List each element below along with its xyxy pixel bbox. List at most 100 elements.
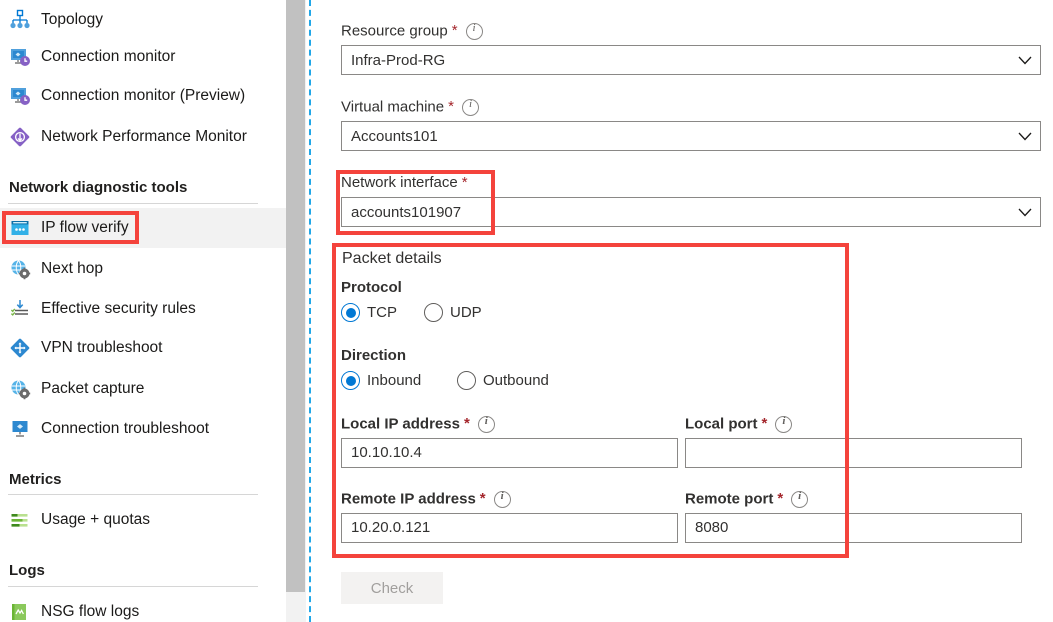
sidebar-item-label: Connection troubleshoot (41, 420, 210, 438)
npm-diamond-icon (9, 126, 31, 148)
direction-option-outbound[interactable]: Outbound (457, 371, 549, 390)
topology-icon (9, 9, 31, 31)
virtual-machine-value: Accounts101 (351, 127, 438, 145)
info-icon[interactable] (465, 23, 483, 40)
resource-group-label: Resource group * (341, 23, 483, 40)
virtual-machine-label: Virtual machine * (341, 99, 479, 116)
sidebar-item-nsg-flow-logs[interactable]: NSG flow logs (0, 592, 286, 622)
local-ip-label: Local IP address * (341, 416, 495, 433)
sidebar-item-connection-monitor-preview[interactable]: Connection monitor (Preview) (0, 76, 286, 116)
direction-label: Direction (341, 347, 407, 364)
sidebar-section-divider (8, 203, 258, 204)
resource-group-dropdown[interactable]: Infra-Prod-RG (341, 45, 1041, 75)
sidebar-section-metrics: Metrics (9, 471, 62, 488)
protocol-option-label: TCP (367, 304, 397, 321)
remote-ip-label-text: Remote IP address (341, 490, 476, 508)
local-port-input[interactable] (685, 438, 1022, 468)
info-icon[interactable] (477, 416, 495, 433)
remote-ip-input[interactable]: 10.20.0.121 (341, 513, 678, 543)
sidebar-item-connection-troubleshoot[interactable]: Connection troubleshoot (0, 409, 286, 449)
ip-flow-verify-icon (9, 217, 31, 239)
remote-port-label: Remote port * (685, 490, 809, 508)
check-button[interactable]: Check (341, 572, 443, 604)
local-ip-input[interactable]: 10.10.10.4 (341, 438, 678, 468)
connection-monitor-icon (9, 85, 31, 107)
vpn-troubleshoot-icon (9, 337, 31, 359)
required-asterisk: * (479, 490, 486, 508)
direction-option-inbound[interactable]: Inbound (341, 371, 421, 390)
resource-group-value: Infra-Prod-RG (351, 51, 446, 69)
required-asterisk: * (761, 415, 768, 433)
info-icon[interactable] (775, 416, 793, 433)
required-asterisk: * (451, 22, 458, 40)
info-icon[interactable] (461, 99, 479, 116)
network-interface-label-text: Network interface (341, 174, 458, 191)
pane-divider (309, 0, 311, 622)
sidebar-item-label: VPN troubleshoot (41, 339, 163, 357)
app-root: Topology Connection monitor Connection m… (0, 0, 1053, 622)
packet-details-title: Packet details (342, 250, 442, 267)
radio-dot-icon (424, 303, 443, 322)
usage-quotas-icon (9, 509, 31, 531)
sidebar-section-divider (8, 494, 258, 495)
remote-ip-label: Remote IP address * (341, 491, 511, 508)
radio-dot-icon (341, 303, 360, 322)
local-ip-label-text: Local IP address (341, 415, 460, 433)
remote-port-input[interactable]: 8080 (685, 513, 1022, 543)
sidebar-item-label: Next hop (41, 260, 104, 278)
direction-radio-group: Inbound Outbound (341, 371, 661, 393)
protocol-option-udp[interactable]: UDP (424, 303, 482, 322)
required-asterisk: * (463, 415, 470, 433)
connection-trouble-icon (9, 418, 31, 440)
required-asterisk: * (777, 490, 784, 508)
sidebar-item-ip-flow-verify[interactable]: IP flow verify (0, 208, 286, 248)
sidebar-item-label: Network Performance Monitor (41, 128, 247, 146)
chevron-down-icon (1010, 208, 1040, 217)
virtual-machine-dropdown[interactable]: Accounts101 (341, 121, 1041, 151)
sidebar-item-label: Connection monitor (41, 48, 176, 66)
sidebar-section-logs: Logs (9, 562, 45, 579)
nsg-flow-logs-icon (9, 601, 31, 622)
ip-flow-verify-form: Resource group* Infra-Prod-RG Virtual ma… (312, 0, 1053, 622)
network-interface-dropdown[interactable]: accounts101907 (341, 197, 1041, 227)
sidebar-item-label: Topology (41, 11, 104, 29)
chevron-down-icon (1010, 132, 1040, 141)
info-icon[interactable] (493, 491, 511, 508)
protocol-label: Protocol (341, 279, 402, 296)
sidebar-item-label: NSG flow logs (41, 603, 140, 621)
protocol-option-tcp[interactable]: TCP (341, 303, 397, 322)
sidebar-item-label: IP flow verify (41, 219, 129, 237)
required-asterisk: * (448, 98, 454, 116)
local-port-label: Local port * (685, 415, 793, 433)
protocol-option-label: UDP (450, 304, 482, 321)
sidebar-item-label: Connection monitor (Preview) (41, 87, 246, 105)
sidebar-item-usage-quotas[interactable]: Usage + quotas (0, 500, 286, 540)
packet-capture-icon (9, 378, 31, 400)
required-asterisk: * (461, 174, 468, 191)
sidebar-item-network-performance-monitor[interactable]: Network Performance Monitor (0, 117, 286, 157)
direction-option-label: Outbound (483, 372, 549, 389)
info-icon[interactable] (791, 491, 809, 508)
sidebar-item-topology[interactable]: Topology (0, 0, 286, 40)
sidebar-item-effective-security-rules[interactable]: Effective security rules (0, 289, 286, 329)
radio-dot-icon (457, 371, 476, 390)
resource-group-label-text: Resource group (341, 22, 448, 40)
sidebar-item-packet-capture[interactable]: Packet capture (0, 369, 286, 409)
local-port-label-text: Local port (685, 415, 758, 433)
sidebar-item-connection-monitor[interactable]: Connection monitor (0, 37, 286, 77)
remote-port-label-text: Remote port (685, 490, 774, 508)
network-interface-value: accounts101907 (351, 203, 462, 221)
chevron-down-icon (1010, 56, 1040, 65)
sidebar-scrollbar-thumb[interactable] (286, 0, 305, 592)
sidebar-item-label: Packet capture (41, 380, 145, 398)
next-hop-icon (9, 258, 31, 280)
sidebar-item-label: Usage + quotas (41, 511, 151, 529)
protocol-radio-group: TCP UDP (341, 303, 641, 325)
network-interface-label: Network interface * (341, 175, 468, 190)
sidebar-section-network-diagnostic-tools: Network diagnostic tools (9, 179, 188, 196)
sidebar-item-vpn-troubleshoot[interactable]: VPN troubleshoot (0, 328, 286, 368)
connection-monitor-icon (9, 46, 31, 68)
effective-rules-icon (9, 298, 31, 320)
sidebar-item-next-hop[interactable]: Next hop (0, 249, 286, 289)
sidebar-item-label: Effective security rules (41, 300, 196, 318)
